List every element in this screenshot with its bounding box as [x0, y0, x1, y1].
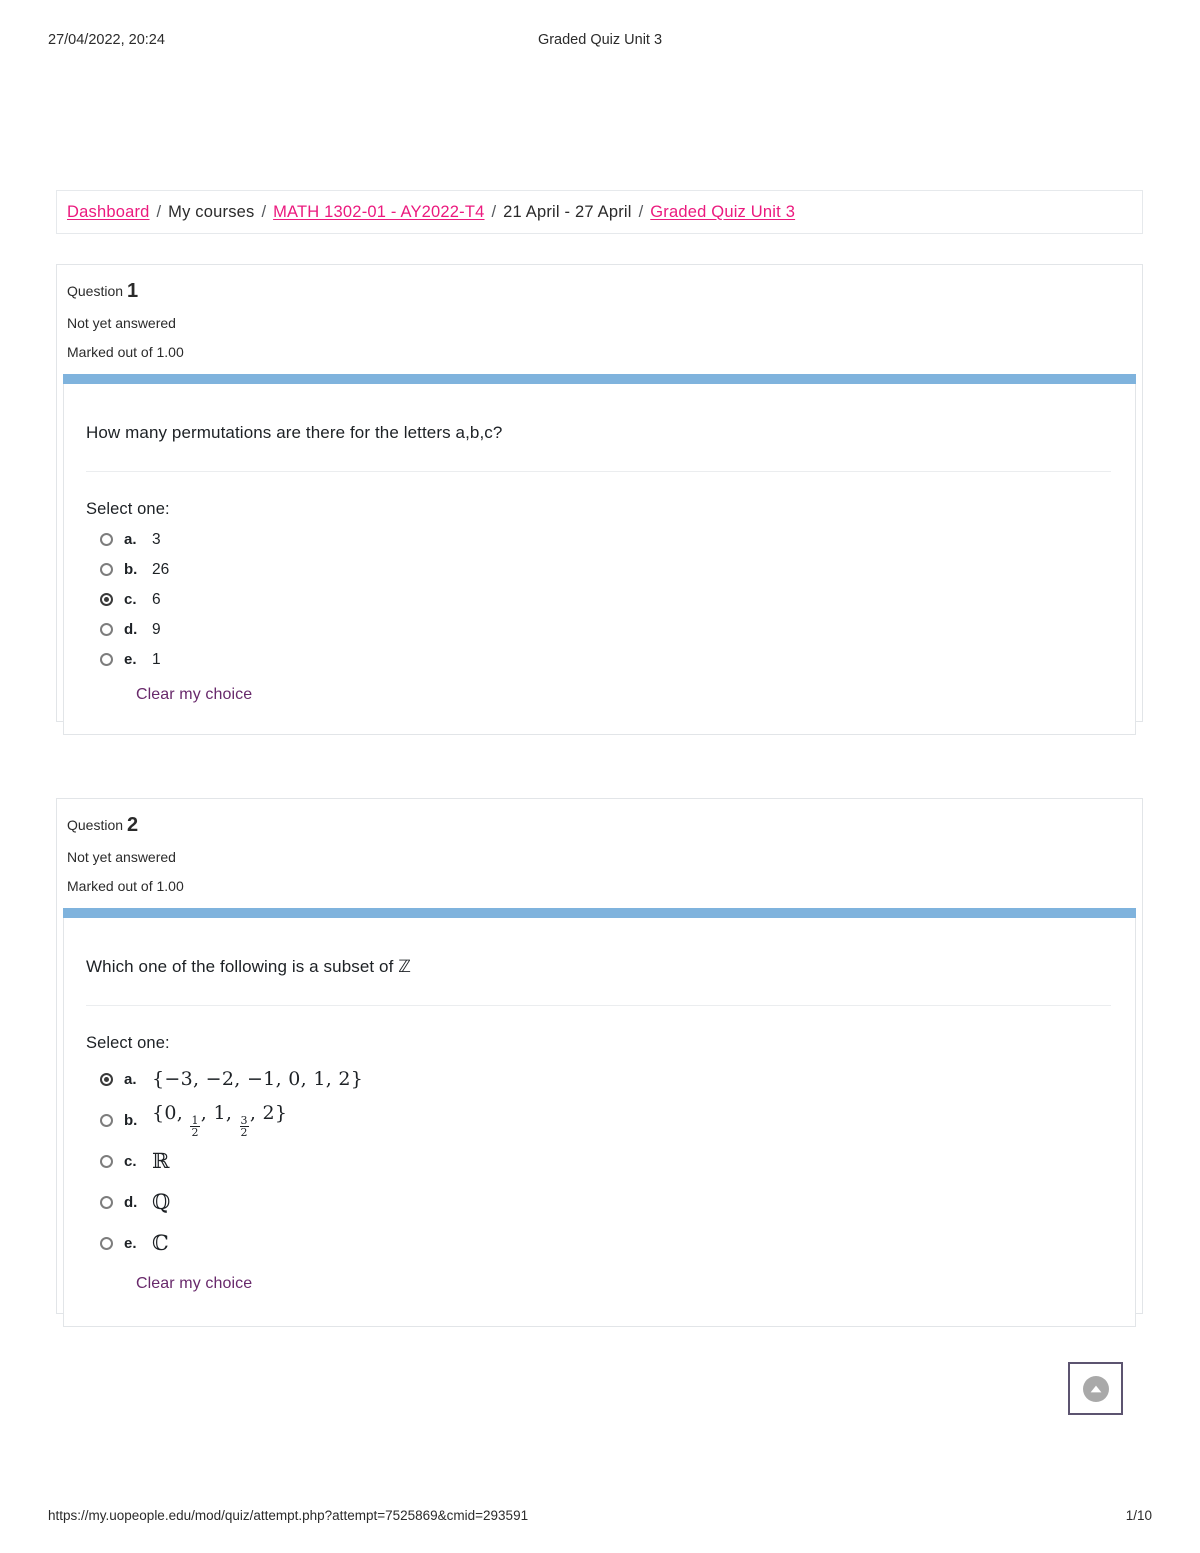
answer-list-1: a. 3 b. 26 c. 6 d. 9 e. 1 — [86, 525, 1113, 675]
answer-text: 26 — [152, 560, 170, 578]
answer-text: 3 — [152, 530, 161, 548]
answer-letter: c. — [124, 591, 137, 609]
question-card-2: Question 2 Not yet answered Marked out of… — [56, 798, 1143, 1327]
question-number-line-1: Question 1 — [67, 281, 1142, 301]
print-header: 27/04/2022, 20:24 Graded Quiz Unit 3 — [48, 30, 1152, 50]
answer-text: ℂ — [152, 1231, 169, 1256]
question-number-line-2: Question 2 — [67, 815, 1142, 835]
print-footer-page: 1/10 — [1125, 1507, 1152, 1523]
print-header-title: Graded Quiz Unit 3 — [537, 32, 663, 48]
radio-icon[interactable] — [100, 1195, 113, 1209]
answer-option-1c[interactable]: c. 6 — [86, 585, 1113, 615]
breadcrumb-item-my-courses: My courses — [168, 202, 255, 221]
answer-letter: a. — [124, 531, 137, 549]
question-number: 2 — [127, 814, 139, 836]
question-grade-1: Marked out of 1.00 — [67, 344, 184, 360]
select-one-label-1: Select one: — [86, 499, 170, 518]
breadcrumb-item-course[interactable]: MATH 1302-01 - AY2022-T4 — [273, 203, 484, 222]
answer-letter: a. — [124, 1070, 137, 1088]
question-number: 1 — [127, 280, 139, 302]
question-info-2: Question 2 Not yet answered Marked out of… — [57, 799, 1142, 893]
select-one-label-2: Select one: — [86, 1033, 170, 1052]
question-body-2: Which one of the following is a subset o… — [63, 918, 1136, 1327]
question-text-1: How many permutations are there for the … — [86, 423, 503, 442]
question-info-1: Question 1 Not yet answered Marked out of… — [57, 265, 1142, 359]
breadcrumb-separator: / — [261, 202, 267, 221]
answer-letter: b. — [124, 561, 138, 579]
print-footer: https://my.uopeople.edu/mod/quiz/attempt… — [48, 1505, 1152, 1525]
radio-icon[interactable] — [100, 1236, 113, 1250]
clear-my-choice-link-2[interactable]: Clear my choice — [86, 1264, 252, 1293]
radio-icon[interactable] — [100, 653, 113, 667]
answer-text: 9 — [152, 620, 161, 638]
answer-list-2: a. {−3, −2, −1, 0, 1, 2} b. {0, 12, 1, 3… — [86, 1059, 1113, 1264]
question-state-1: Not yet answered — [67, 315, 176, 331]
breadcrumb-separator: / — [491, 202, 497, 221]
breadcrumb: Dashboard / My courses / MATH 1302-01 - … — [56, 190, 1143, 234]
radio-icon[interactable] — [100, 1154, 113, 1168]
print-footer-url: https://my.uopeople.edu/mod/quiz/attempt… — [48, 1507, 529, 1523]
breadcrumb-separator: / — [156, 202, 162, 221]
answer-option-1e[interactable]: e. 1 — [86, 645, 1113, 675]
clear-my-choice-link-1[interactable]: Clear my choice — [86, 675, 252, 704]
question-card-1: Question 1 Not yet answered Marked out of… — [56, 264, 1143, 735]
radio-icon[interactable] — [100, 623, 113, 637]
answer-text: ℝ — [152, 1149, 170, 1174]
breadcrumb-item-dashboard[interactable]: Dashboard — [67, 203, 150, 222]
radio-icon[interactable] — [100, 1113, 113, 1127]
question-word-label: Question — [67, 817, 124, 833]
chevron-up-icon — [1082, 1375, 1109, 1402]
answer-text: {0, 12, 1, 32, 2} — [152, 1102, 288, 1140]
answer-letter: d. — [124, 621, 138, 639]
question-accent-bar-2 — [63, 908, 1136, 918]
radio-icon[interactable] — [100, 563, 113, 577]
breadcrumb-item-quiz[interactable]: Graded Quiz Unit 3 — [650, 203, 795, 222]
answer-option-2a[interactable]: a. {−3, −2, −1, 0, 1, 2} — [86, 1059, 1113, 1100]
question-state-2: Not yet answered — [67, 849, 176, 865]
breadcrumb-separator: / — [638, 202, 644, 221]
answer-letter: e. — [124, 1234, 137, 1252]
answer-option-2c[interactable]: c. ℝ — [86, 1141, 1113, 1182]
radio-icon[interactable] — [100, 533, 113, 547]
answer-option-1a[interactable]: a. 3 — [86, 525, 1113, 555]
answer-letter: b. — [124, 1111, 138, 1129]
radio-icon-selected[interactable] — [100, 593, 113, 607]
breadcrumb-item-week: 21 April - 27 April — [503, 202, 632, 221]
answer-option-1b[interactable]: b. 26 — [86, 555, 1113, 585]
answer-text: ℚ — [152, 1190, 171, 1215]
answer-text: 6 — [152, 590, 161, 608]
scroll-to-top-button[interactable] — [1068, 1362, 1123, 1415]
answer-option-2e[interactable]: e. ℂ — [86, 1223, 1113, 1264]
answer-letter: d. — [124, 1193, 138, 1211]
answer-option-2b[interactable]: b. {0, 12, 1, 32, 2} — [86, 1100, 1113, 1141]
question-grade-2: Marked out of 1.00 — [67, 878, 184, 894]
answer-option-1d[interactable]: d. 9 — [86, 615, 1113, 645]
answer-letter: c. — [124, 1152, 137, 1170]
answer-text: {−3, −2, −1, 0, 1, 2} — [152, 1068, 364, 1091]
answer-text: 1 — [152, 650, 161, 668]
question-body-1: How many permutations are there for the … — [63, 384, 1136, 735]
question-text-2: Which one of the following is a subset o… — [86, 957, 412, 976]
radio-icon-selected[interactable] — [100, 1072, 113, 1086]
question-accent-bar-1 — [63, 374, 1136, 384]
answer-option-2d[interactable]: d. ℚ — [86, 1182, 1113, 1223]
question-word-label: Question — [67, 283, 124, 299]
answer-letter: e. — [124, 651, 137, 669]
